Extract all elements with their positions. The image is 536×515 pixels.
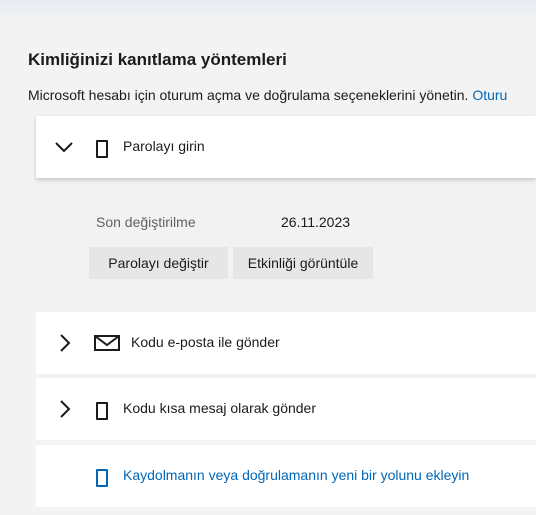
page-title: Kimliğinizi kanıtlama yöntemleri xyxy=(28,50,287,69)
method-sms-label: Kodu kısa mesaj olarak gönder xyxy=(123,400,316,416)
add-method-row[interactable]: Kaydolmanın veya doğrulamanın yeni bir y… xyxy=(36,445,536,507)
last-changed-label: Son değiştirilme xyxy=(96,214,196,230)
page-subtitle: Microsoft hesabı için oturum açma ve doğ… xyxy=(28,87,507,103)
method-password-label: Parolayı girin xyxy=(123,138,205,154)
chevron-right-icon[interactable] xyxy=(52,331,76,355)
view-activity-button[interactable]: Etkinliği görüntüle xyxy=(233,247,373,279)
password-details-panel: Son değiştirilme 26.11.2023 Parolayı değ… xyxy=(36,178,536,308)
method-email-header[interactable]: Kodu e-posta ile gönder xyxy=(36,312,536,374)
mail-icon xyxy=(94,335,120,351)
method-sms-header[interactable]: Kodu kısa mesaj olarak gönder xyxy=(36,378,536,440)
sign-in-options-link[interactable]: Oturu xyxy=(472,87,507,103)
phone-outline-icon xyxy=(96,402,108,420)
method-password-header[interactable]: Parolayı girin xyxy=(36,116,536,178)
add-method-link[interactable]: Kaydolmanın veya doğrulamanın yeni bir y… xyxy=(123,467,469,483)
top-banner xyxy=(0,0,536,22)
chevron-right-icon[interactable] xyxy=(52,397,76,421)
phone-outline-icon xyxy=(96,140,108,158)
last-changed-value: 26.11.2023 xyxy=(281,214,351,230)
chevron-down-icon[interactable] xyxy=(52,135,76,159)
change-password-button[interactable]: Parolayı değiştir xyxy=(89,247,228,279)
page-subtitle-text: Microsoft hesabı için oturum açma ve doğ… xyxy=(28,87,469,103)
method-email-label: Kodu e-posta ile gönder xyxy=(131,334,280,350)
phone-outline-icon xyxy=(96,469,108,487)
